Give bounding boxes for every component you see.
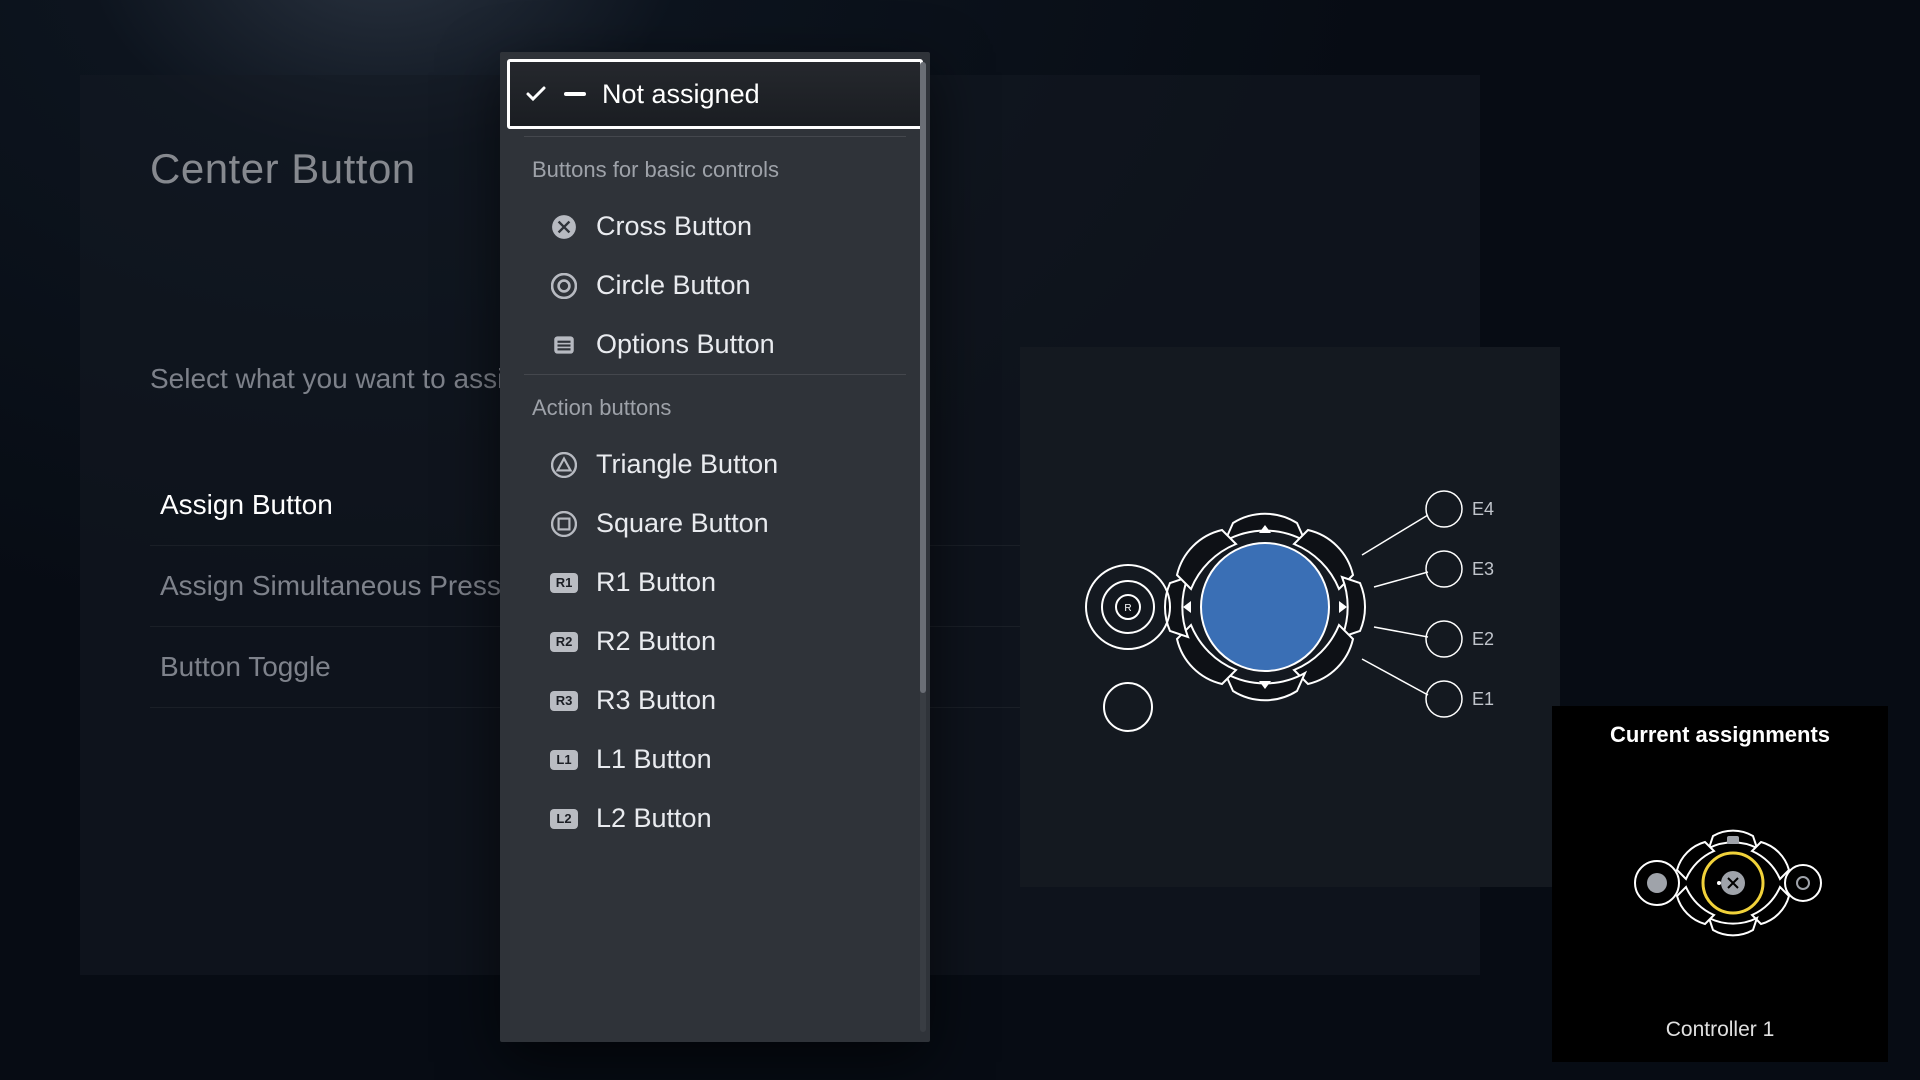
option-label: R3 Button — [596, 685, 716, 716]
option-label: L2 Button — [596, 803, 712, 834]
option-label: R2 Button — [596, 626, 716, 657]
extension-label-e1: E1 — [1472, 689, 1494, 709]
option-label: Cross Button — [596, 211, 752, 242]
option-square-button[interactable]: Square Button — [524, 494, 906, 553]
l1-badge-icon: L1 — [550, 746, 578, 774]
current-assignments-diagram — [1605, 748, 1835, 1018]
dropdown-section-label: Buttons for basic controls — [524, 136, 906, 197]
current-assignments-title: Current assignments — [1610, 722, 1830, 748]
extension-label-e2: E2 — [1472, 629, 1494, 649]
check-icon — [524, 82, 548, 106]
svg-text:R: R — [1124, 603, 1131, 614]
option-label: Triangle Button — [596, 449, 778, 480]
option-label: Circle Button — [596, 270, 751, 301]
cross-icon — [550, 213, 578, 241]
option-label: Square Button — [596, 508, 769, 539]
dropdown-section-action: Action buttons Triangle Button Square Bu… — [500, 374, 930, 848]
extension-label-e4: E4 — [1472, 499, 1494, 519]
dropdown-selected-option[interactable]: Not assigned — [507, 59, 923, 129]
controller-preview: R E4 E3 E2 E1 — [1020, 347, 1560, 887]
dropdown-section-label: Action buttons — [524, 374, 906, 435]
square-icon — [550, 510, 578, 538]
option-r3-button[interactable]: R3 R3 Button — [524, 671, 906, 730]
dropdown-selected-label: Not assigned — [602, 79, 760, 110]
option-triangle-button[interactable]: Triangle Button — [524, 435, 906, 494]
option-l2-button[interactable]: L2 L2 Button — [524, 789, 906, 848]
current-assignments-overlay: Current assignments — [1552, 706, 1888, 1062]
triangle-icon — [550, 451, 578, 479]
option-label: Options Button — [596, 329, 775, 360]
dropdown-section-basic: Buttons for basic controls Cross Button … — [500, 136, 930, 374]
dropdown-scrollbar[interactable] — [920, 62, 926, 1032]
option-label: R1 Button — [596, 567, 716, 598]
current-assignments-controller-label: Controller 1 — [1666, 1018, 1775, 1046]
l2-badge-icon: L2 — [550, 805, 578, 833]
r2-badge-icon: R2 — [550, 628, 578, 656]
button-assignment-dropdown[interactable]: Not assigned Buttons for basic controls … — [500, 52, 930, 1042]
extension-label-e3: E3 — [1472, 559, 1494, 579]
circle-icon — [550, 272, 578, 300]
option-circle-button[interactable]: Circle Button — [524, 256, 906, 315]
dash-icon — [564, 92, 586, 96]
option-r1-button[interactable]: R1 R1 Button — [524, 553, 906, 612]
dropdown-scrollbar-thumb[interactable] — [920, 62, 926, 693]
options-icon — [550, 331, 578, 359]
option-options-button[interactable]: Options Button — [524, 315, 906, 374]
r1-badge-icon: R1 — [550, 569, 578, 597]
access-controller-diagram: R E4 E3 E2 E1 — [1030, 437, 1550, 797]
option-l1-button[interactable]: L1 L1 Button — [524, 730, 906, 789]
r3-badge-icon: R3 — [550, 687, 578, 715]
option-label: L1 Button — [596, 744, 712, 775]
option-r2-button[interactable]: R2 R2 Button — [524, 612, 906, 671]
option-cross-button[interactable]: Cross Button — [524, 197, 906, 256]
